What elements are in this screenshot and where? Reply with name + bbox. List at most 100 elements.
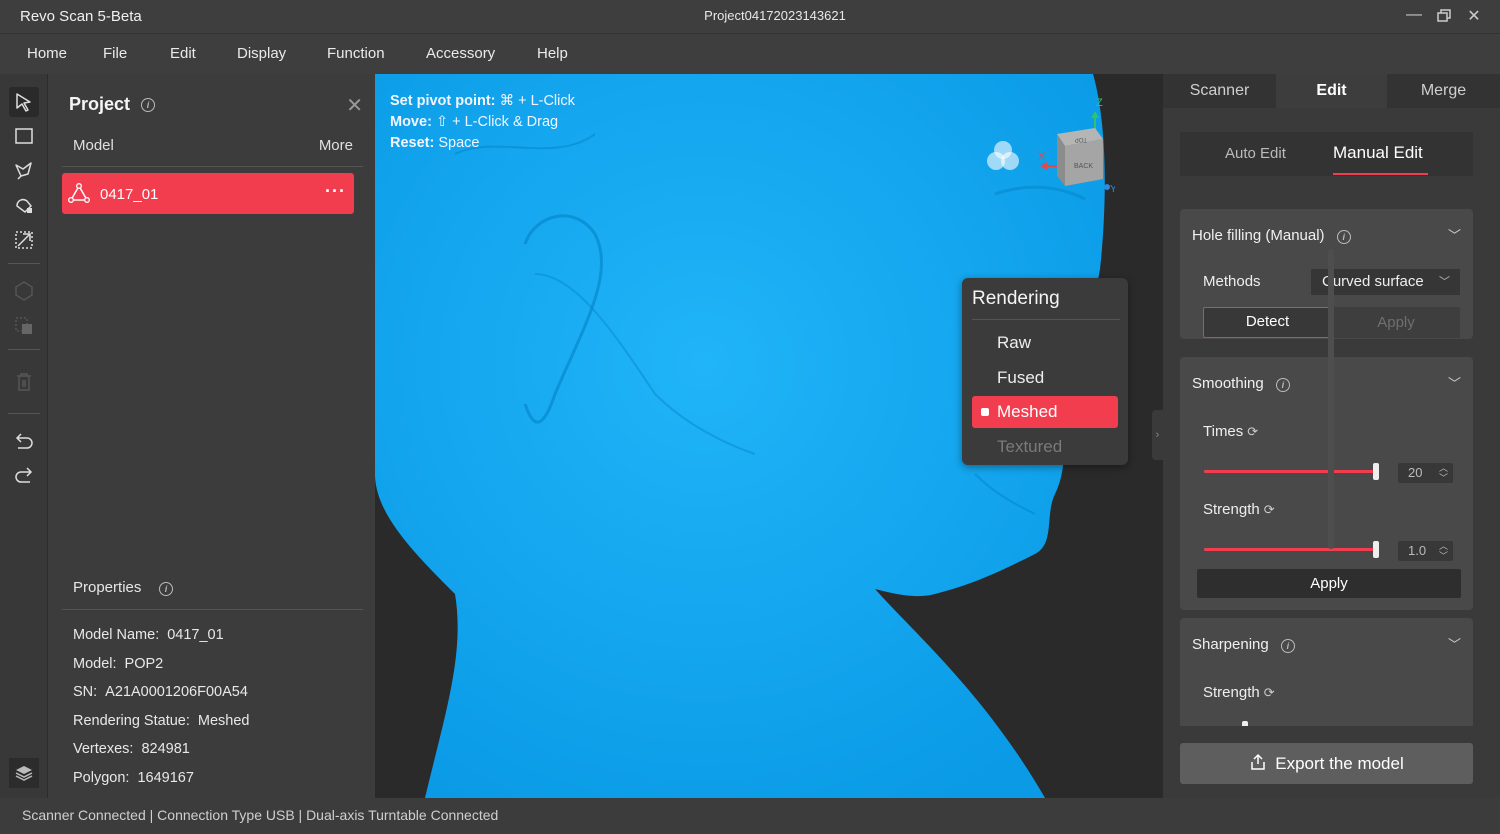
hint-move: Move: ⇧ + L-Click & Drag (390, 114, 559, 130)
rendering-option-textured: Textured (997, 437, 1063, 456)
minimize-icon[interactable]: — (1403, 6, 1425, 24)
panel-scrollbar[interactable] (1328, 249, 1334, 549)
menu-bar: Home File Edit Display Function Accessor… (0, 34, 1500, 74)
times-slider[interactable] (1204, 463, 1379, 480)
info-icon[interactable]: i (1280, 639, 1295, 653)
property-model: Model: POP2 (73, 656, 164, 672)
copy-icon (9, 311, 39, 341)
export-model-button[interactable]: Export the model (1180, 743, 1473, 784)
chevron-down-icon[interactable]: ﹀ (1448, 373, 1461, 392)
reset-icon[interactable]: ⟳ (1264, 685, 1275, 700)
tab-scanner[interactable]: Scanner (1163, 74, 1276, 108)
chevron-down-icon[interactable]: ﹀ (1448, 225, 1461, 244)
chevron-down-icon[interactable]: ﹀ (1448, 634, 1461, 653)
methods-label: Methods (1203, 273, 1261, 290)
smoothing-strength-spinbox[interactable]: 1.0 ︿ ﹀ (1398, 541, 1453, 561)
restore-icon[interactable] (1433, 6, 1455, 28)
collapse-panel-toggle[interactable]: › (1152, 410, 1163, 460)
spin-arrows-icon[interactable]: ︿ ﹀ (1439, 541, 1448, 561)
close-icon[interactable]: ✕ (1463, 6, 1485, 26)
times-label: Times ⟳ (1203, 423, 1259, 440)
rectangle-select-icon[interactable] (9, 121, 39, 151)
info-icon[interactable]: i (141, 98, 155, 112)
selected-bullet-icon (981, 408, 989, 416)
model-column-header: Model (73, 137, 114, 154)
undo-icon[interactable] (9, 426, 39, 456)
select-arrow-icon[interactable] (9, 87, 39, 117)
menu-file[interactable]: File (103, 45, 127, 62)
info-icon[interactable]: i (1336, 230, 1351, 244)
more-options-icon[interactable]: ··· (325, 181, 346, 202)
status-text: Scanner Connected | Connection Type USB … (22, 807, 499, 823)
rendering-menu-title: Rendering (972, 288, 1060, 309)
menu-edit[interactable]: Edit (170, 45, 196, 62)
rendering-menu: Rendering Raw Fused Meshed Textured (962, 278, 1128, 465)
model-list-item[interactable]: 0417_01 ··· (62, 173, 354, 214)
slider-fill (1204, 548, 1376, 551)
axis-y-label: Y (1110, 184, 1115, 194)
close-panel-icon[interactable]: ✕ (346, 93, 363, 118)
sharpening-card: Sharpening i ﹀ Strength ⟳ (1180, 618, 1473, 738)
right-panel: Scanner Edit Merge Auto Edit Manual Edit… (1163, 74, 1500, 798)
export-area: Export the model (1163, 726, 1500, 798)
cube-top-label: TOP (1075, 136, 1087, 142)
rail-divider (8, 263, 40, 264)
tab-merge[interactable]: Merge (1387, 74, 1500, 108)
slider-fill (1204, 470, 1376, 473)
3d-viewport[interactable]: Set pivot point: ⌘ + L-Click Move: ⇧ + L… (375, 74, 1163, 798)
brush-select-icon[interactable] (9, 190, 39, 220)
slider-thumb[interactable] (1373, 463, 1379, 480)
menu-function[interactable]: Function (327, 45, 385, 62)
rendering-option-fused[interactable]: Fused (972, 362, 1118, 394)
chevron-down-icon: ﹀ (1439, 276, 1450, 288)
hint-reset: Reset: Space (390, 135, 480, 151)
rendering-option-raw[interactable]: Raw (972, 327, 1118, 359)
hole-filling-title: Hole filling (Manual) i (1192, 227, 1351, 244)
reset-icon[interactable]: ⟳ (1264, 502, 1275, 517)
invert-select-icon[interactable] (9, 225, 39, 255)
navigation-cube[interactable]: Z X TOP BACK Y (1035, 94, 1117, 195)
subtab-manual-edit[interactable]: Manual Edit (1333, 143, 1423, 163)
spin-arrows-icon[interactable]: ︿ ﹀ (1439, 463, 1448, 483)
menu-accessory[interactable]: Accessory (426, 45, 495, 62)
layers-icon[interactable] (9, 758, 39, 788)
smoothing-card: Smoothing i ﹀ Times ⟳ 20 ︿ ﹀ Strength ⟳ 1.0 ︿… (1180, 357, 1473, 610)
menu-home[interactable]: Home (27, 45, 67, 62)
more-column-header: More (318, 137, 353, 154)
smoothing-strength-label: Strength ⟳ (1203, 501, 1275, 518)
lighting-icon[interactable] (985, 138, 1021, 174)
property-model-name: Model Name: 0417_01 (73, 627, 224, 643)
export-icon (1251, 753, 1265, 770)
tab-edit[interactable]: Edit (1276, 74, 1387, 108)
axis-x-label: X (1038, 151, 1046, 163)
property-rendering-status: Rendering Statue: Meshed (73, 713, 250, 729)
slider-thumb[interactable] (1373, 541, 1379, 558)
rendering-option-meshed[interactable]: Meshed (972, 396, 1118, 428)
active-subtab-indicator (1333, 173, 1428, 175)
model-name: 0417_01 (100, 186, 159, 203)
detect-button[interactable]: Detect (1203, 307, 1332, 338)
smoothing-apply-button[interactable]: Apply (1197, 569, 1461, 598)
rail-divider (8, 349, 40, 350)
redo-icon[interactable] (9, 460, 39, 490)
smoothing-title: Smoothing i (1192, 375, 1290, 392)
hole-filling-card: Hole filling (Manual) i ﹀ Methods Curved… (1180, 209, 1473, 339)
property-sn: SN: A21A0001206F00A54 (73, 684, 248, 700)
menu-help[interactable]: Help (537, 45, 568, 62)
menu-display[interactable]: Display (237, 45, 286, 62)
hint-pivot: Set pivot point: ⌘ + L-Click (390, 93, 575, 109)
properties-title: Properties (73, 579, 142, 596)
subtab-auto-edit[interactable]: Auto Edit (1225, 145, 1286, 162)
times-spinbox[interactable]: 20 ︿ ﹀ (1398, 463, 1453, 483)
tool-rail (0, 74, 48, 798)
axis-z-label: Z (1096, 97, 1103, 109)
info-icon[interactable]: i (159, 582, 173, 596)
mesh-icon (9, 276, 39, 306)
info-icon[interactable]: i (1275, 378, 1290, 392)
property-polygon: Polygon: 1649167 (73, 770, 194, 786)
project-title: Project (69, 94, 131, 114)
reset-icon[interactable]: ⟳ (1247, 424, 1258, 439)
cube-back-label: BACK (1074, 163, 1093, 170)
smoothing-strength-slider[interactable] (1204, 541, 1379, 558)
lasso-select-icon[interactable] (9, 156, 39, 186)
